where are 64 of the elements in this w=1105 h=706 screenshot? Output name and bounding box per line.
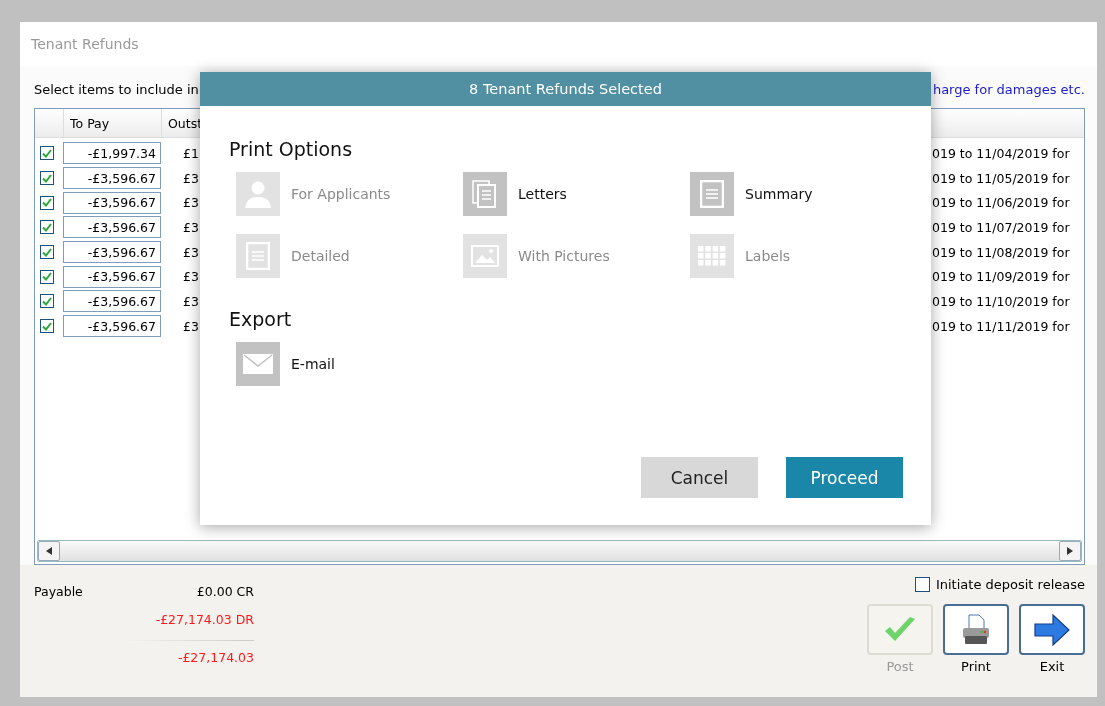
proceed-button[interactable]: Proceed	[786, 457, 903, 498]
table-cell: £3	[183, 170, 199, 186]
row-checkbox[interactable]	[40, 146, 54, 161]
image-icon	[471, 245, 499, 267]
print-option[interactable]: Letters	[463, 172, 690, 216]
damages-link[interactable]: harge for damages etc.	[932, 81, 1085, 97]
dialog-title: 8 Tenant Refunds Selected	[200, 72, 931, 106]
left-triangle-icon	[46, 547, 52, 555]
row-checkbox[interactable]	[40, 195, 54, 210]
table-cell-text: 019 to 11/04/2019 for	[932, 145, 1071, 161]
print-option[interactable]: Summary	[690, 172, 917, 216]
scroll-right-button[interactable]	[1059, 541, 1081, 561]
row-checkbox[interactable]	[40, 220, 54, 235]
section-heading: Print Options	[229, 138, 354, 160]
table-cell-text: 019 to 11/11/2019 for	[932, 318, 1071, 334]
table-cell-text: 019 to 11/07/2019 for	[932, 219, 1071, 235]
row-checkbox[interactable]	[40, 245, 54, 260]
mail-icon	[243, 354, 273, 374]
total-amount: -£27,174.03	[177, 649, 254, 665]
table-cell: £3	[183, 293, 199, 309]
payable-label: Payable	[34, 583, 84, 599]
row-checkbox[interactable]	[40, 171, 54, 186]
column-header[interactable]: To Pay	[63, 109, 161, 137]
to-pay-field[interactable]: -£3,596.67	[63, 290, 161, 313]
table-cell-text: 019 to 11/09/2019 for	[932, 269, 1071, 285]
table-cell-text: 019 to 11/08/2019 for	[932, 244, 1071, 260]
table-cell-text: 019 to 11/06/2019 for	[932, 195, 1071, 211]
print-option[interactable]: E-mail	[236, 342, 463, 386]
right-triangle-icon	[1067, 547, 1073, 555]
scroll-left-button[interactable]	[38, 541, 60, 561]
deposit-checkbox[interactable]	[914, 577, 930, 592]
person-icon	[243, 179, 273, 209]
to-pay-field[interactable]: -£3,596.67	[63, 191, 161, 214]
table-cell: £1	[183, 145, 199, 161]
to-pay-field[interactable]: -£1,997.34	[63, 142, 161, 165]
row-checkbox[interactable]	[40, 319, 54, 334]
to-pay-field[interactable]: -£3,596.67	[63, 265, 161, 288]
horizontal-scrollbar[interactable]	[37, 540, 1082, 562]
arrow-icon	[1034, 613, 1070, 646]
table-cell: £3	[183, 219, 199, 235]
table-cell: £3	[183, 195, 199, 211]
deposit-label: Initiate deposit release	[935, 577, 1085, 592]
table-cell: £3	[183, 269, 199, 285]
table-cell: £3	[183, 244, 199, 260]
table-cell-text: 019 to 11/05/2019 for	[932, 170, 1071, 186]
cancel-button[interactable]: Cancel	[641, 457, 758, 498]
row-checkbox[interactable]	[40, 269, 54, 284]
to-pay-field[interactable]: -£3,596.67	[63, 315, 161, 338]
to-pay-field[interactable]: -£3,596.67	[63, 167, 161, 190]
to-pay-field[interactable]: -£3,596.67	[63, 241, 161, 264]
window-title: Tenant Refunds	[31, 36, 139, 52]
document-icon	[700, 180, 724, 208]
table-cell-text: 019 to 11/10/2019 for	[932, 293, 1071, 309]
printer-icon	[962, 613, 990, 646]
instruction-text: Select items to include in	[34, 81, 199, 97]
total-amount: -£27,174.03 DR	[155, 612, 254, 627]
grid-icon	[698, 246, 726, 266]
to-pay-field[interactable]: -£3,596.67	[63, 216, 161, 239]
document-icon	[246, 242, 270, 270]
pages-icon	[471, 179, 499, 209]
table-cell: £3	[183, 318, 199, 334]
row-checkbox[interactable]	[40, 294, 54, 309]
total-amount: £0.00 CR	[196, 583, 254, 599]
section-heading: Export	[229, 308, 293, 330]
